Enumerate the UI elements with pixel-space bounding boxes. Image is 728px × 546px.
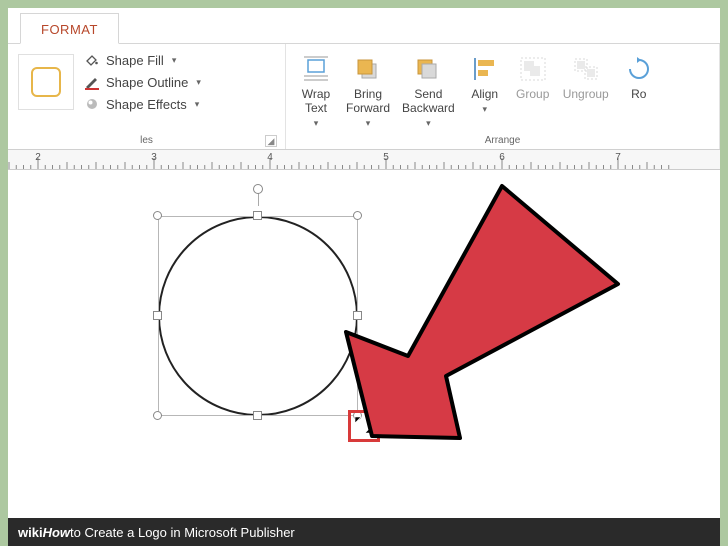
caption-text: to Create a Logo in Microsoft Publisher [70,525,295,540]
svg-text:6: 6 [499,152,505,163]
group-shape-styles: Shape Fill ▾ Shape Outline ▾ [8,44,286,149]
ungroup-button[interactable]: Ungroup [557,48,615,102]
rotate-icon [621,52,657,86]
rotation-handle[interactable] [253,184,263,194]
rotate-button[interactable]: Ro [615,48,657,102]
caption-how: How [43,525,70,540]
pen-icon [84,74,100,90]
handle-tc[interactable] [253,211,262,220]
shape-fill-label: Shape Fill [106,53,164,68]
chevron-down-icon: ▾ [196,77,201,88]
svg-text:4: 4 [267,152,273,163]
ungroup-icon [568,52,604,86]
ruler-area: 2 3 4 5 6 7 [8,150,720,170]
group-button[interactable]: Group [509,48,557,102]
ungroup-label: Ungroup [563,88,609,102]
rounded-rect-icon [31,67,61,97]
shape-styles-group-label: les [140,135,153,146]
align-button[interactable]: Align ▾ [461,48,509,115]
caption-bar: wiki How to Create a Logo in Microsoft P… [8,518,720,546]
instruction-arrow-icon [298,170,628,450]
wrap-text-label: Wrap Text [302,88,330,116]
send-backward-button[interactable]: Send Backward ▾ [396,48,461,129]
bring-forward-icon [350,52,386,86]
chevron-down-icon: ▾ [195,99,200,110]
horizontal-ruler[interactable]: 2 3 4 5 6 7 [8,150,720,170]
handle-ml[interactable] [153,311,162,320]
handle-bl[interactable] [153,411,162,420]
tab-strip: FORMAT [8,8,720,44]
chevron-down-icon: ▾ [426,118,431,129]
wrap-text-button[interactable]: Wrap Text ▾ [292,48,340,129]
chevron-down-icon: ▾ [366,118,371,129]
chevron-down-icon: ▾ [482,104,487,115]
handle-bc[interactable] [253,411,262,420]
svg-text:3: 3 [151,152,157,163]
shape-outline-label: Shape Outline [106,75,188,90]
send-backward-label: Send Backward [402,88,455,116]
ribbon: Shape Fill ▾ Shape Outline ▾ [8,44,720,150]
align-icon [467,52,503,86]
group-label: Group [516,88,549,102]
shape-effects-label: Shape Effects [106,97,187,112]
chevron-down-icon: ▾ [314,118,319,129]
bring-forward-label: Bring Forward [346,88,390,116]
handle-tl[interactable] [153,211,162,220]
dialog-launcher[interactable]: ◢ [265,135,277,147]
tab-format[interactable]: FORMAT [20,13,119,44]
svg-text:7: 7 [615,152,621,163]
app-frame: FORMAT Shape Fill ▾ [8,8,720,518]
chevron-down-icon: ▾ [172,55,177,66]
bring-forward-button[interactable]: Bring Forward ▾ [340,48,396,129]
rotation-connector [258,192,259,206]
caption-brand: wiki [18,525,43,540]
shape-outline-button[interactable]: Shape Outline ▾ [84,74,201,90]
document-canvas[interactable] [8,170,720,518]
arrange-group-label: Arrange [485,135,521,146]
shape-fill-button[interactable]: Shape Fill ▾ [84,52,201,68]
group-icon [515,52,551,86]
shape-effects-button[interactable]: Shape Effects ▾ [84,96,201,112]
send-backward-icon [410,52,446,86]
group-arrange: Wrap Text ▾ Bring Forward ▾ Send Backwar… [286,44,720,149]
svg-text:5: 5 [383,152,389,163]
shape-style-preview[interactable] [18,54,74,110]
rotate-label: Ro [631,88,646,102]
wrap-text-icon [298,52,334,86]
effects-icon [84,96,100,112]
svg-text:2: 2 [35,152,41,163]
bucket-icon [84,52,100,68]
align-label: Align [471,88,498,102]
